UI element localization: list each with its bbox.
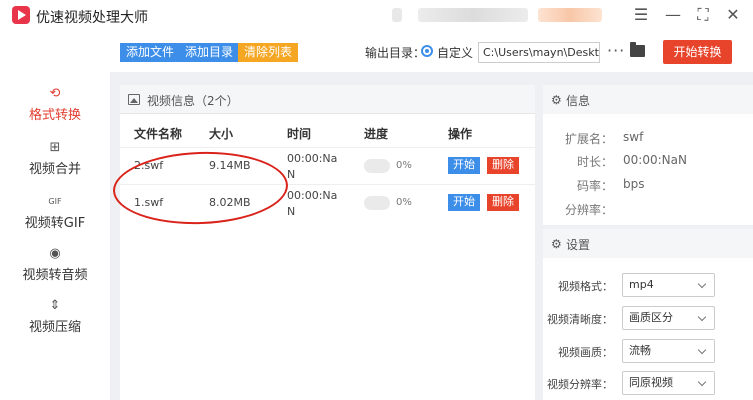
info-label-extension: 扩展名： — [564, 132, 613, 146]
minimize-icon[interactable]: — — [662, 4, 684, 26]
row-time-line1: 00:00:Na — [287, 189, 338, 202]
output-path-input[interactable]: C:\Users\mayn\Desktop — [478, 42, 600, 63]
toolbar: 添加文件 添加目录 清除列表 输出目录： 自定义 C:\Users\mayn\D… — [110, 32, 753, 72]
app-logo-icon — [12, 6, 30, 24]
row-start-button[interactable]: 开始 — [448, 157, 480, 174]
more-options-icon[interactable]: ··· — [607, 41, 625, 60]
info-panel: ⚙ 信息 扩展名： swf 时长： 00:00:NaN 码率： bps 分辨率： — [543, 85, 753, 225]
video-info-panel: 视频信息（2个） 文件名称 大小 时间 进度 操作 2.swf 9.14MB 0… — [120, 85, 535, 400]
sidebar-item-video-to-audio[interactable]: ◉ 视频转音频 — [0, 246, 110, 294]
settings-panel-title: 设置 — [566, 238, 591, 252]
blurred-region — [538, 8, 602, 22]
merge-icon: ⊞ — [49, 140, 61, 155]
sidebar: ⟲ 格式转换 ⊞ 视频合并 GIF 视频转GIF ◉ 视频转音频 ⇕ 视频压缩 — [0, 32, 110, 400]
sidebar-item-video-compress[interactable]: ⇕ 视频压缩 — [0, 298, 110, 346]
column-header-progress: 进度 — [364, 127, 389, 141]
progress-bar — [364, 196, 390, 210]
resolution-select[interactable]: 同原视频 — [622, 371, 715, 395]
row-time-line1: 00:00:Na — [287, 152, 338, 165]
settings-panel: ⚙ 设置 视频格式： mp4 视频清晰度： 画质区分 视频画质： 流畅 视频分辨… — [543, 229, 753, 400]
convert-icon: ⟲ — [49, 86, 61, 101]
custom-radio[interactable] — [421, 45, 433, 57]
format-select[interactable]: mp4 — [622, 273, 715, 297]
row-time-line2: N — [287, 205, 296, 218]
row-start-button[interactable]: 开始 — [448, 194, 480, 211]
column-header-size: 大小 — [209, 127, 234, 141]
clear-list-button[interactable]: 清除列表 — [238, 43, 299, 62]
video-panel-title: 视频信息（2个） — [147, 94, 239, 108]
start-convert-button[interactable]: 开始转换 — [663, 40, 732, 64]
settings-panel-header: ⚙ 设置 — [543, 229, 753, 258]
compress-icon: ⇕ — [49, 298, 61, 313]
progress-percent: 0% — [396, 160, 412, 171]
video-panel-header: 视频信息（2个） — [120, 85, 535, 114]
add-directory-button[interactable]: 添加目录 — [179, 43, 240, 62]
row-time: 00:00:Na N — [287, 151, 345, 183]
blurred-region — [418, 8, 528, 22]
progress-bar — [364, 159, 390, 173]
gear-icon: ⚙ — [551, 237, 562, 251]
row-delete-button[interactable]: 删除 — [487, 194, 519, 211]
info-label-duration: 时长： — [576, 155, 613, 169]
add-file-button[interactable]: 添加文件 — [120, 43, 181, 62]
menu-icon[interactable]: ☰ — [630, 4, 652, 26]
audio-icon: ◉ — [49, 246, 61, 261]
gif-icon: GIF — [48, 197, 62, 206]
fullscreen-icon[interactable]: ⛶ — [692, 4, 714, 26]
column-header-filename: 文件名称 — [134, 127, 183, 141]
row-time: 00:00:Na N — [287, 188, 345, 220]
close-icon[interactable]: ✕ — [722, 4, 744, 26]
folder-icon[interactable] — [630, 42, 645, 57]
column-header-actions: 操作 — [448, 127, 473, 141]
setting-label-clarity: 视频清晰度： — [547, 313, 613, 326]
setting-label-format: 视频格式： — [558, 280, 613, 293]
column-header-time: 时间 — [287, 127, 312, 141]
custom-radio-label[interactable]: 自定义 — [437, 44, 473, 61]
output-dir-label: 输出目录： — [365, 46, 426, 60]
row-time-line2: N — [287, 168, 296, 181]
info-label-bitrate: 码率： — [576, 179, 613, 193]
sidebar-item-video-merge[interactable]: ⊞ 视频合并 — [0, 140, 110, 188]
quality-select[interactable]: 流畅 — [622, 339, 715, 363]
image-icon — [128, 94, 140, 105]
setting-label-resolution: 视频分辨率： — [547, 378, 613, 391]
info-value-extension: swf — [623, 130, 644, 144]
setting-label-quality: 视频画质： — [558, 346, 613, 359]
info-label-resolution: 分辨率： — [564, 203, 613, 217]
blurred-region — [392, 8, 402, 22]
info-panel-header: ⚙ 信息 — [543, 85, 753, 114]
sidebar-item-video-to-gif[interactable]: GIF 视频转GIF — [0, 194, 110, 242]
info-value-bitrate: bps — [623, 177, 645, 191]
app-title: 优速视频处理大师 — [36, 10, 148, 26]
progress-percent: 0% — [396, 197, 412, 208]
info-value-duration: 00:00:NaN — [623, 153, 687, 167]
gear-icon: ⚙ — [551, 93, 562, 107]
title-bar: 优速视频处理大师 ☰ — ⛶ ✕ — [0, 0, 753, 32]
row-delete-button[interactable]: 删除 — [487, 157, 519, 174]
clarity-select[interactable]: 画质区分 — [622, 306, 715, 330]
sidebar-item-format-convert[interactable]: ⟲ 格式转换 — [0, 86, 110, 134]
info-panel-title: 信息 — [566, 94, 591, 108]
